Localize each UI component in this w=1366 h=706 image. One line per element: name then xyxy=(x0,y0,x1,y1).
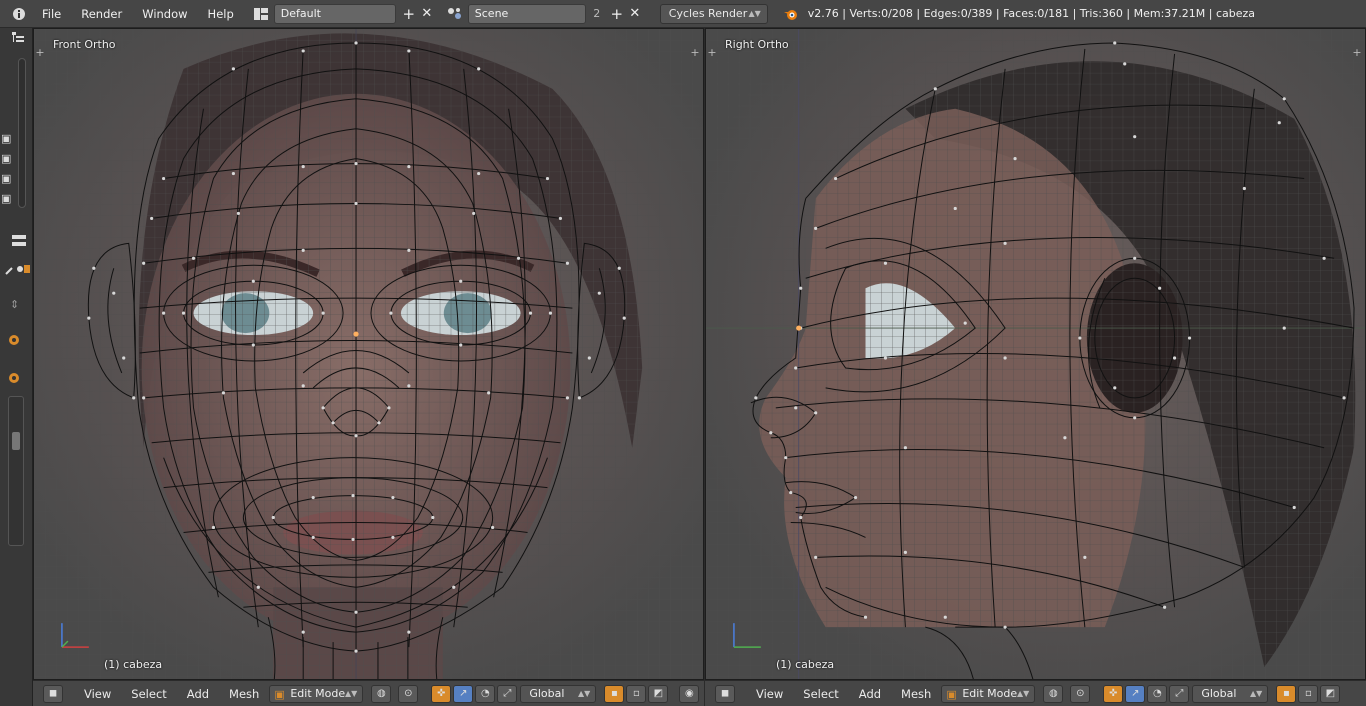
scene-users-count: 2 xyxy=(593,7,601,20)
rotate-manipulator-icon[interactable]: ◔ xyxy=(475,684,496,703)
translate-manipulator-icon[interactable]: ↗ xyxy=(1125,684,1146,703)
camera-visibility-icon[interactable]: ▣ xyxy=(1,152,11,165)
properties-toggle-icon[interactable]: + xyxy=(689,47,701,59)
edge-select-icon[interactable]: ▫ xyxy=(1298,684,1319,703)
manipulator-toggle-icon[interactable]: ✜ xyxy=(431,684,452,703)
face-select-icon[interactable]: ◩ xyxy=(648,684,669,703)
properties-icon[interactable] xyxy=(11,234,27,251)
viewport-header-right: ◼ View Select Add Mesh ▣ Edit Mode ▲▼ ◍ … xyxy=(705,680,1366,706)
scrollbar-thumb[interactable] xyxy=(12,432,20,450)
viewport-header-left: ◼ View Select Add Mesh ▣ Edit Mode ▲▼ ◍ … xyxy=(33,680,704,706)
scale-manipulator-icon[interactable]: ⤢ xyxy=(1169,684,1190,703)
scroll-arrows-icon[interactable]: ⇕ xyxy=(10,298,19,311)
scene-icon[interactable] xyxy=(444,4,466,24)
camera-visibility-icon[interactable]: ▣ xyxy=(1,172,11,185)
edit-mode-icon: ▣ xyxy=(946,687,957,701)
transform-orientation-dropdown[interactable]: Global ▲▼ xyxy=(1192,684,1269,703)
manipulator-toggle-icon[interactable]: ✜ xyxy=(1103,684,1124,703)
outliner-scrollbar[interactable] xyxy=(18,58,26,208)
3d-cursor-origin xyxy=(796,325,802,331)
tool-pin-icon[interactable] xyxy=(4,262,30,279)
dropdown-arrow-icon: ▲▼ xyxy=(578,688,591,698)
properties-toggle-icon[interactable]: + xyxy=(1351,47,1363,59)
add-layout-button[interactable]: + xyxy=(400,4,418,24)
active-object-label: (1) cabeza xyxy=(104,658,163,671)
active-object-label: (1) cabeza xyxy=(776,658,835,671)
viewport-shading-icon[interactable]: ◍ xyxy=(1043,684,1064,703)
outliner-icon[interactable] xyxy=(10,30,26,49)
dropdown-arrow-icon: ▲▼ xyxy=(748,8,761,18)
camera-visibility-icon[interactable]: ▣ xyxy=(1,132,11,145)
translate-manipulator-icon[interactable]: ↗ xyxy=(453,684,474,703)
remove-scene-button[interactable]: ✕ xyxy=(626,4,644,24)
vertex-select-icon[interactable]: ▪ xyxy=(604,684,625,703)
info-header: File Render Window Help Default + ✕ Scen… xyxy=(0,0,1366,28)
vertex-select-icon[interactable]: ▪ xyxy=(1276,684,1297,703)
toolshelf-toggle-icon[interactable]: + xyxy=(706,47,718,59)
menu-select[interactable]: Select xyxy=(793,687,848,701)
editor-type-icon[interactable]: ◼ xyxy=(43,684,63,703)
mode-dropdown[interactable]: ▣ Edit Mode ▲▼ xyxy=(941,684,1036,703)
menu-file[interactable]: File xyxy=(32,0,71,28)
mode-label: Edit Mode xyxy=(962,686,1018,700)
rotate-manipulator-icon[interactable]: ◔ xyxy=(1147,684,1168,703)
pivot-icon[interactable]: ⊙ xyxy=(1070,684,1091,703)
pivot-icon[interactable]: ⊙ xyxy=(398,684,419,703)
mode-dropdown[interactable]: ▣ Edit Mode ▲▼ xyxy=(269,684,364,703)
viewport-view-label: Right Ortho xyxy=(725,38,789,51)
orientation-label: Global xyxy=(1201,686,1237,700)
editor-type-icon[interactable]: ◼ xyxy=(715,684,735,703)
menu-view[interactable]: View xyxy=(746,687,793,701)
camera-visibility-icon[interactable]: ▣ xyxy=(1,192,11,205)
viewport-view-label: Front Ortho xyxy=(53,38,116,51)
orientation-label: Global xyxy=(529,686,565,700)
screen-layout-icon[interactable] xyxy=(250,4,272,24)
viewport-front-ortho[interactable]: Front Ortho (1) cabeza + + xyxy=(33,28,704,680)
dropdown-arrow-icon: ▲▼ xyxy=(345,688,358,698)
scene-statistics: v2.76 | Verts:0/208 | Edges:0/389 | Face… xyxy=(807,7,1256,20)
remove-layout-button[interactable]: ✕ xyxy=(418,4,436,24)
edge-select-icon[interactable]: ▫ xyxy=(626,684,647,703)
menu-select[interactable]: Select xyxy=(121,687,176,701)
dropdown-arrow-icon: ▲▼ xyxy=(1017,688,1030,698)
scene-field[interactable]: Scene xyxy=(467,3,586,24)
toolshelf-toggle-icon[interactable]: + xyxy=(34,47,46,59)
menu-help[interactable]: Help xyxy=(198,0,244,28)
menu-add[interactable]: Add xyxy=(849,687,891,701)
settings-gear-icon[interactable] xyxy=(6,370,22,389)
front-view-canvas[interactable] xyxy=(34,29,703,679)
edit-mode-icon: ▣ xyxy=(274,687,285,701)
settings-gear-icon[interactable] xyxy=(6,332,22,351)
proportional-edit-icon[interactable]: ◉ xyxy=(679,684,700,703)
menu-add[interactable]: Add xyxy=(177,687,219,701)
viewport-right-ortho[interactable]: Right Ortho (1) cabeza + + xyxy=(705,28,1366,680)
blender-logo-icon xyxy=(780,4,802,24)
menu-window[interactable]: Window xyxy=(132,0,197,28)
menu-mesh[interactable]: Mesh xyxy=(219,687,269,701)
screen-layout-field[interactable]: Default xyxy=(273,3,396,24)
add-scene-button[interactable]: + xyxy=(608,4,626,24)
menu-mesh[interactable]: Mesh xyxy=(891,687,941,701)
render-engine-dropdown[interactable]: Cycles Render ▲▼ xyxy=(659,3,768,24)
viewport-shading-icon[interactable]: ◍ xyxy=(371,684,392,703)
render-engine-label: Cycles Render xyxy=(668,6,748,20)
side-view-canvas[interactable] xyxy=(706,29,1365,679)
scale-manipulator-icon[interactable]: ⤢ xyxy=(497,684,518,703)
tool-shelf-scrollbar[interactable] xyxy=(8,396,24,546)
dropdown-arrow-icon: ▲▼ xyxy=(1250,688,1263,698)
face-select-icon[interactable]: ◩ xyxy=(1320,684,1341,703)
transform-orientation-dropdown[interactable]: Global ▲▼ xyxy=(520,684,597,703)
menu-view[interactable]: View xyxy=(74,687,121,701)
mode-label: Edit Mode xyxy=(290,686,346,700)
tool-shelf-tabs: ▣ ▣ ▣ ▣ ⇕ xyxy=(0,28,33,706)
menu-render[interactable]: Render xyxy=(71,0,132,28)
3d-cursor-origin xyxy=(353,331,359,337)
info-icon[interactable] xyxy=(6,4,32,24)
